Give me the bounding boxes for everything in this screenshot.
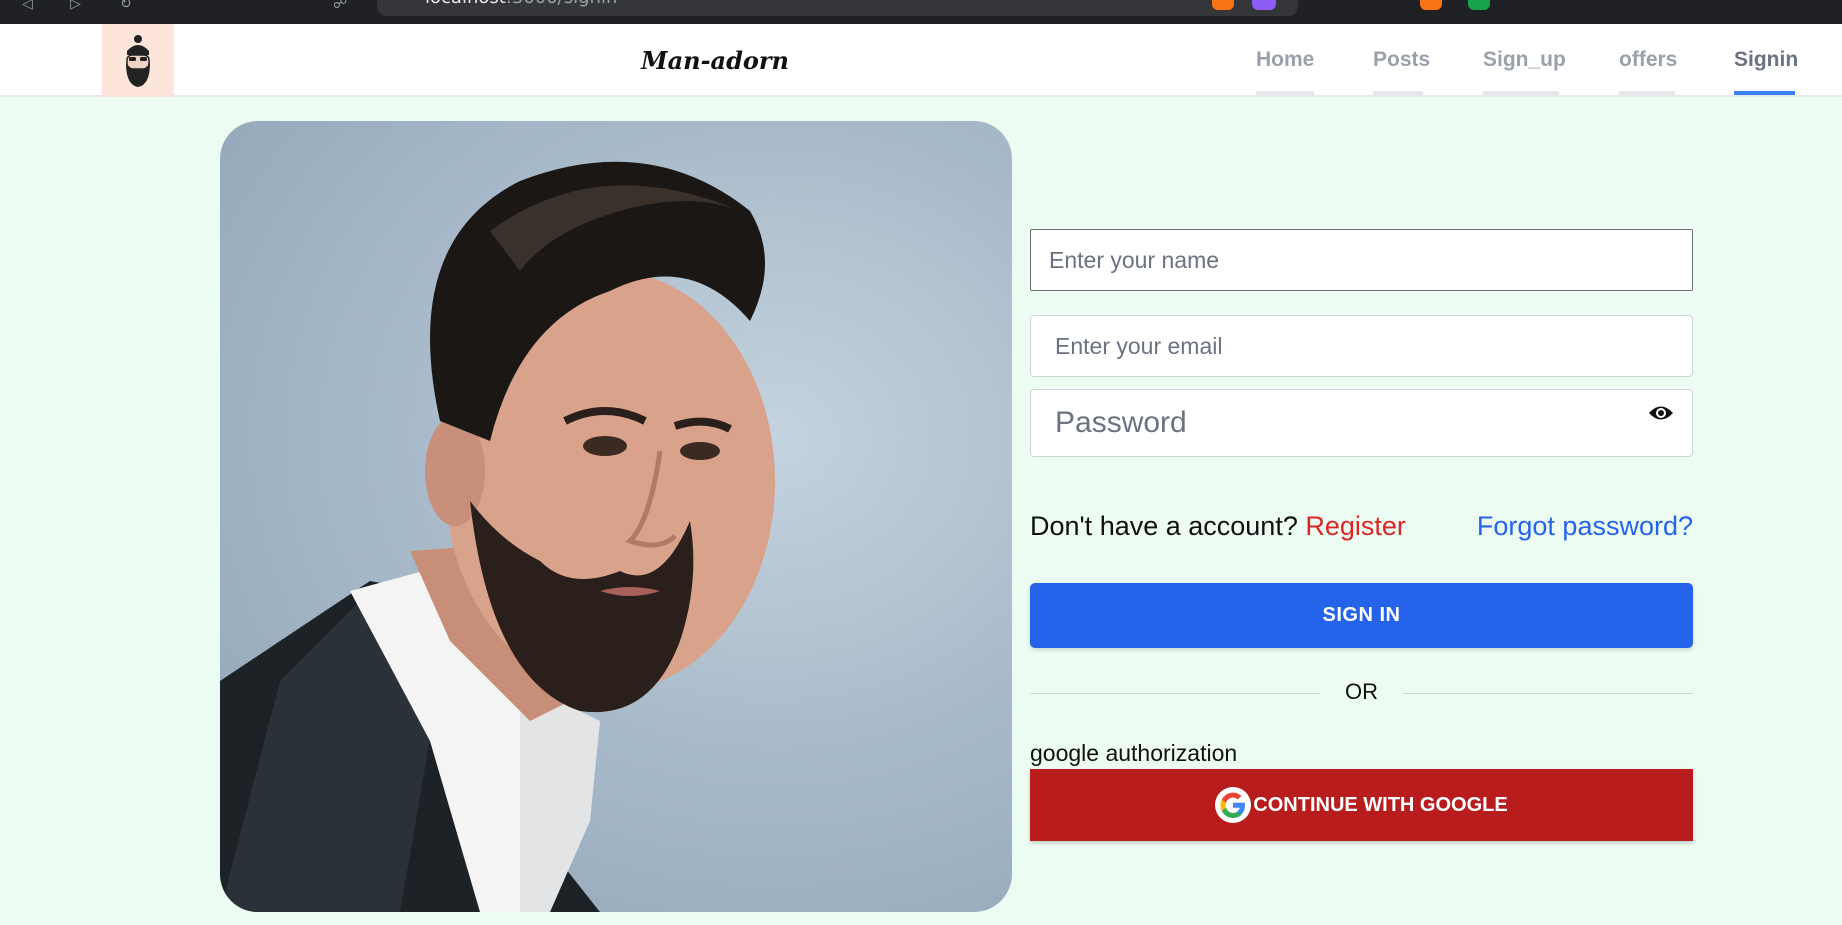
google-button-label: CONTINUE WITH GOOGLE (1253, 793, 1508, 816)
email-input[interactable] (1030, 315, 1693, 377)
no-account-prompt: Don't have a account? Register (1030, 511, 1406, 542)
address-text: localhost:3000/signin (425, 0, 617, 7)
extension-icon[interactable] (1420, 0, 1442, 10)
nav-offers[interactable]: offers (1619, 48, 1677, 72)
back-icon[interactable]: ◁ (22, 0, 42, 12)
address-bar[interactable]: localhost:3000/signin (377, 0, 1298, 16)
reload-icon[interactable]: ↻ (120, 0, 140, 12)
extension-icon[interactable] (1468, 0, 1490, 10)
eye-icon[interactable] (1647, 399, 1675, 427)
account-links-row: Don't have a account? Register Forgot pa… (1030, 511, 1693, 551)
nav-underline (1373, 91, 1423, 95)
register-link[interactable]: Register (1305, 511, 1406, 541)
logo-icon[interactable] (102, 24, 174, 97)
google-icon (1215, 787, 1252, 823)
nav-underline (1619, 91, 1675, 95)
continue-with-google-button[interactable]: CONTINUE WITH GOOGLE (1030, 769, 1693, 841)
nav-home[interactable]: Home (1256, 48, 1314, 72)
extension-icon[interactable] (1252, 0, 1276, 10)
extension-icon[interactable] (1212, 0, 1234, 10)
or-text: OR (1345, 679, 1378, 704)
name-input[interactable] (1030, 229, 1693, 291)
site-header: Man-adorn Home Posts Sign_up offers Sign… (0, 24, 1842, 97)
signin-button[interactable]: SIGN IN (1030, 583, 1693, 648)
bookmark-icon[interactable]: ☍ (333, 0, 353, 12)
brand-title[interactable]: Man-adorn (560, 24, 870, 97)
password-input[interactable] (1030, 389, 1693, 457)
google-auth-label: google authorization (1030, 740, 1238, 766)
or-divider: OR (1030, 679, 1693, 709)
nav-underline-active (1734, 91, 1795, 95)
forgot-password-link[interactable]: Forgot password? (1477, 511, 1693, 542)
nav-underline (1256, 91, 1314, 95)
bearded-man-logo (126, 34, 150, 87)
browser-toolbar: ◁ ▷ ↻ ☍ localhost:3000/signin (0, 0, 1842, 24)
hero-portrait-image (220, 121, 1012, 912)
no-account-text: Don't have a account? (1030, 511, 1298, 541)
divider-line (1403, 693, 1693, 694)
forward-icon[interactable]: ▷ (70, 0, 90, 12)
nav-underline (1483, 91, 1559, 95)
nav-sign-up[interactable]: Sign_up (1483, 48, 1566, 72)
nav-signin[interactable]: Signin (1734, 48, 1798, 72)
nav-posts[interactable]: Posts (1373, 48, 1430, 72)
